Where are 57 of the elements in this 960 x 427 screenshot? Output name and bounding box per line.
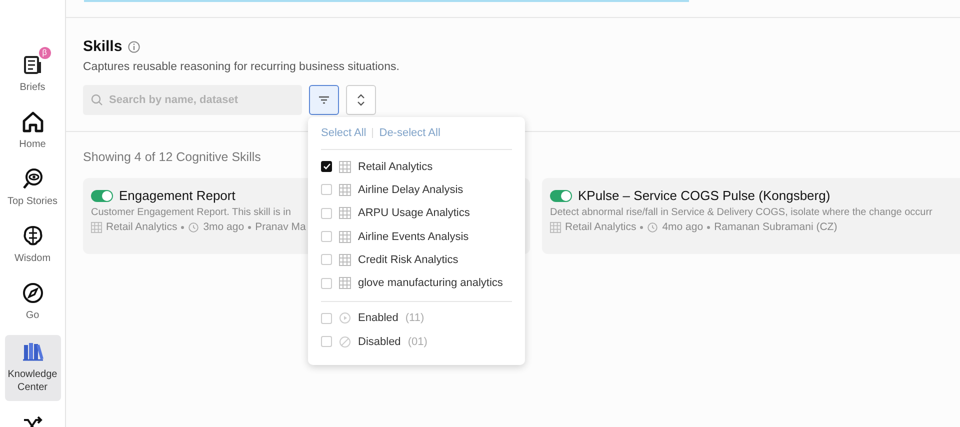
sidebar-item[interactable]: Knowledge Center — [4, 335, 60, 401]
blocked-icon — [339, 336, 351, 348]
status-option[interactable]: Enabled — [358, 312, 398, 324]
sidebar-item[interactable]: Home — [4, 107, 60, 154]
table-icon — [550, 222, 561, 232]
sidebar-item[interactable]: Wisdom — [4, 221, 60, 268]
skill-description: Customer Engagement Report. This skill is in — [91, 207, 291, 218]
home-icon — [20, 110, 44, 134]
dataset-option[interactable]: glove manufacturing analytics — [358, 277, 503, 290]
notification-badge: β — [38, 47, 50, 59]
table-icon — [339, 160, 351, 173]
play-icon — [339, 312, 351, 324]
author-name: Ramanan Subramani (CZ) — [714, 221, 838, 233]
dataset-option[interactable]: Retail Analytics — [358, 160, 433, 173]
info-icon — [128, 40, 140, 52]
section-subtitle: Captures reusable reasoning for recurring business situations. — [83, 61, 400, 73]
history-icon — [647, 222, 658, 232]
sidebar-item[interactable]: Go — [4, 278, 60, 325]
skill-card[interactable]: KPulse – Service COGS Pulse (Kongsberg) Detect abnormal rise/fall in Service & Delivery COGS, isolate where the change occurr Retail Analytics 4mo ago Ramanan Subramani (CZ) — [542, 178, 960, 254]
table-icon — [339, 184, 351, 196]
search-field[interactable]: Search by name, dataset — [83, 85, 302, 115]
sort-button[interactable] — [346, 85, 376, 115]
brain-icon — [20, 224, 44, 248]
table-icon — [339, 277, 351, 290]
skill-title: Engagement Report — [119, 188, 236, 203]
dataset-name: Retail Analytics — [106, 221, 178, 233]
table-icon — [339, 230, 351, 243]
sidebar-item[interactable]: β Briefs — [4, 50, 60, 97]
toggle-switch[interactable] — [550, 190, 572, 202]
option-count: (11) — [405, 312, 424, 324]
compass-icon — [20, 281, 44, 305]
history-icon — [188, 222, 200, 232]
skill-description: Detect abnormal rise/fall in Service & Delivery COGS, isolate where the change occurr — [550, 207, 932, 218]
books-icon — [20, 340, 44, 364]
author-name: Pranav Ma — [255, 221, 306, 233]
sort-icon — [357, 94, 365, 106]
status-option[interactable]: Disabled — [358, 336, 401, 348]
updated-time: 3mo ago — [203, 221, 244, 233]
sidebar-item[interactable]: Top Stories — [4, 164, 60, 211]
checkbox[interactable] — [321, 161, 332, 172]
dataset-option[interactable]: Airline Delay Analysis — [358, 184, 464, 196]
toggle-switch[interactable] — [91, 190, 113, 202]
section-title: Skills — [83, 38, 122, 55]
filter-icon — [319, 96, 329, 104]
option-count: (01) — [408, 336, 428, 348]
dataset-option[interactable]: Airline Events Analysis — [358, 230, 469, 243]
updated-time: 4mo ago — [662, 221, 704, 233]
dataset-option[interactable]: Credit Risk Analytics — [358, 254, 458, 266]
table-icon — [91, 222, 102, 232]
table-icon — [339, 207, 351, 220]
skill-title: KPulse – Service COGS Pulse (Kongsberg) — [578, 188, 830, 203]
eye-search-icon — [20, 167, 44, 191]
dataset-name: Retail Analytics — [565, 221, 636, 233]
filter-button[interactable] — [309, 85, 339, 115]
dataset-option[interactable]: ARPU Usage Analytics — [358, 207, 470, 220]
results-summary: Showing 4 of 12 Cognitive Skills — [83, 150, 261, 164]
table-icon — [339, 254, 351, 266]
